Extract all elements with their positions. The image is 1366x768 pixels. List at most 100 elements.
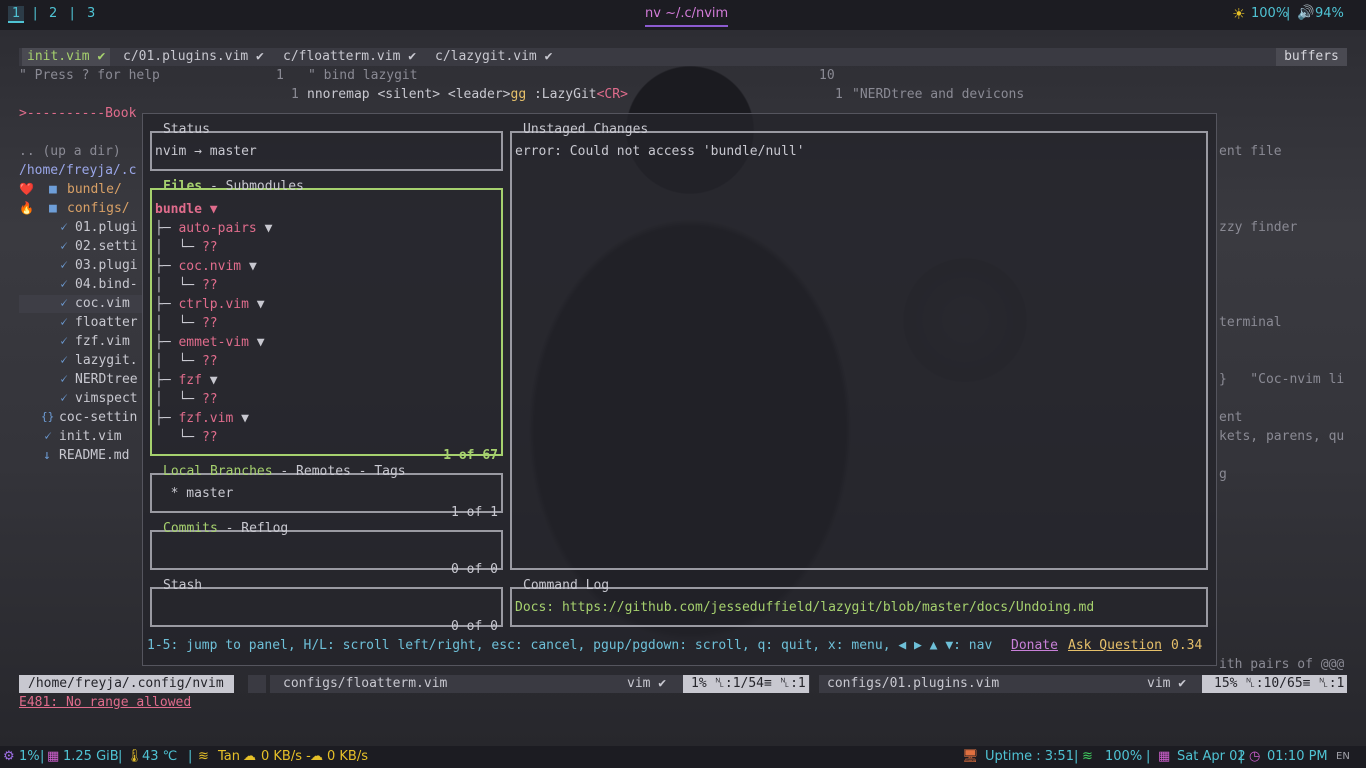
lazygit-window: Status nvim → master Files - Submodules … (142, 113, 1217, 666)
unstaged-changes-panel[interactable]: Unstaged Changes error: Could not access… (510, 122, 1208, 570)
tree-item-configs[interactable]: configs/ (67, 201, 130, 216)
time: 01:10 PM (1267, 749, 1328, 764)
tree-item-file[interactable]: floatter (75, 315, 138, 330)
branches-counter: 1 of 1 (451, 505, 498, 520)
vim-file-icon: 🗸 (59, 239, 69, 254)
file-item[interactable]: ├─ fzf ▼ (155, 371, 218, 390)
file-child[interactable]: │ └─ ?? (155, 390, 218, 409)
file-child[interactable]: │ └─ ?? (155, 276, 218, 295)
file-item[interactable]: ├─ coc.nvim ▼ (155, 257, 257, 276)
ask-question-link[interactable]: Ask Question (1068, 638, 1162, 653)
statusline-left-file: configs/floatterm.vim (283, 676, 448, 691)
file-item[interactable]: ├─ fzf.vim ▼ (155, 409, 249, 428)
vim-file-icon: 🗸 (59, 391, 69, 406)
bottom-bar: ⚙ 1% | ▦ 1.25 GiB | 🌡 43 ℃ | ≋ Tan ☁ 0 K… (0, 746, 1366, 768)
tree-item-file[interactable]: vimspect (75, 391, 138, 406)
status-panel[interactable]: Status nvim → master (150, 122, 503, 171)
command-log-title: Command Log (523, 578, 610, 593)
statusline-right-position: 15% ␤:10/65≡ ␤:1 (1202, 675, 1347, 693)
tree-root-path: /home/freyja/.c (19, 163, 137, 178)
vim-file-icon: 🗸 (59, 334, 69, 349)
tab-plugins-vim[interactable]: c/01.plugins.vim ✔ (118, 48, 269, 66)
workspace-1[interactable]: 1 (8, 6, 25, 23)
code-fragment: ent (1219, 410, 1243, 425)
line-number: 1 (276, 68, 284, 83)
donate-link[interactable]: Donate (1011, 638, 1058, 653)
volume-value[interactable]: 94% (1315, 6, 1344, 21)
memory-icon: ▦ (47, 749, 60, 764)
keybinding-help: 1-5: jump to panel, H/L: scroll left/rig… (147, 638, 993, 653)
bar-separator: | (1146, 749, 1151, 764)
file-item[interactable]: ├─ emmet-vim ▼ (155, 333, 265, 352)
bar-separator: | (1239, 749, 1244, 764)
commits-panel[interactable]: Commits - Reflog 0 of 0 (150, 521, 503, 577)
stash-panel-title: Stash (163, 578, 203, 593)
upload-icon: ☁ (310, 749, 323, 764)
file-child[interactable]: │ └─ ?? (155, 238, 218, 257)
brightness-icon: ☀ (1232, 5, 1246, 23)
vim-file-icon: 🗸 (43, 429, 53, 444)
tree-item-file[interactable]: 04.bind- (75, 277, 138, 292)
file-child[interactable]: │ └─ ?? (155, 314, 218, 333)
download-icon: ☁ (243, 749, 256, 764)
tree-item-file[interactable]: fzf.vim (75, 334, 130, 349)
tree-item-file[interactable]: NERDtree (75, 372, 138, 387)
uptime: Uptime : 3:51| (985, 749, 1079, 764)
files-root[interactable]: bundle ▼ (155, 200, 218, 219)
workspace-2[interactable]: 2 (49, 6, 57, 21)
vim-file-icon: 🗸 (59, 258, 69, 273)
commits-counter: 0 of 0 (451, 562, 498, 577)
keyboard-layout[interactable]: EN (1336, 751, 1350, 762)
folder-icon: ■ (49, 201, 57, 216)
date: Sat Apr 02 (1177, 749, 1246, 764)
vim-file-icon: 🗸 (59, 372, 69, 387)
clock-icon: ◷ (1249, 749, 1261, 764)
tree-item-file[interactable]: 03.plugi (75, 258, 138, 273)
tree-item-file[interactable]: lazygit. (75, 353, 138, 368)
tree-item-file[interactable]: README.md (59, 448, 129, 463)
json-file-icon: {} (41, 410, 55, 423)
statusline-left-filetype: vim ✔ (627, 676, 667, 691)
vim-file-icon: 🗸 (59, 353, 69, 368)
vim-file-icon: 🗸 (59, 296, 69, 311)
top-bar: 1 | 2 | 3 nv ~/.c/nvim ☀ 100% | 🔊 94% (0, 0, 1366, 30)
tab-lazygit-vim[interactable]: c/lazygit.vim ✔ (430, 48, 557, 66)
commits-panel-title: Commits - Reflog (163, 521, 289, 536)
statusline-left-position: 1% ␤:1/54≡ ␤:1 (683, 675, 809, 693)
code-fragment: ent file (1219, 144, 1282, 159)
tab-init-vim[interactable]: init.vim ✔ (22, 48, 111, 66)
tree-item-file[interactable]: 01.plugi (75, 220, 138, 235)
memory-usage: 1.25 GiB (63, 749, 119, 764)
stash-panel[interactable]: Stash 0 of 0 (150, 578, 503, 634)
file-child[interactable]: │ └─ ?? (155, 352, 218, 371)
file-item[interactable]: ├─ auto-pairs ▼ (155, 219, 272, 238)
tree-item-bundle[interactable]: bundle/ (67, 182, 122, 197)
file-child[interactable]: └─ ?? (155, 428, 217, 447)
folder-icon: ■ (49, 182, 57, 197)
tree-item-file[interactable]: coc-settin (59, 410, 137, 425)
code-fragment: g (1219, 467, 1227, 482)
tree-item-file[interactable]: 02.setti (75, 239, 138, 254)
vim-file-icon: 🗸 (59, 277, 69, 292)
heart-icon: ❤️ (19, 182, 34, 196)
code-line: " bind lazygit (308, 68, 418, 83)
wifi-signal-icon: ≋ (1082, 749, 1093, 764)
version-label: 0.34 (1171, 638, 1203, 653)
files-counter: 1 of 67 (443, 448, 498, 463)
files-panel[interactable]: Files - Submodules bundle ▼ ├─ auto-pair… (150, 179, 503, 463)
code-fragment: zzy finder (1219, 220, 1298, 235)
tab-floatterm-vim[interactable]: c/floatterm.vim ✔ (278, 48, 421, 66)
branch-item[interactable]: * master (155, 484, 234, 503)
tree-bookmarks[interactable]: >----------Book (19, 106, 136, 121)
branches-panel[interactable]: Local Branches - Remotes - Tags * master… (150, 464, 503, 520)
wifi-icon: ≋ (198, 749, 209, 764)
tree-item-file[interactable]: coc.vim (75, 296, 130, 311)
tree-item-file[interactable]: init.vim (59, 429, 122, 444)
statusline-right-file: configs/01.plugins.vim (827, 676, 1000, 691)
monitor-icon: 🖥 (962, 749, 979, 764)
command-log-message: Docs: https://github.com/jesseduffield/l… (515, 600, 1095, 615)
tree-updir[interactable]: .. (up a dir) (19, 144, 121, 159)
workspace-3[interactable]: 3 (87, 6, 95, 21)
file-item[interactable]: ├─ ctrlp.vim ▼ (155, 295, 265, 314)
branches-panel-title: Local Branches - Remotes - Tags (163, 464, 406, 479)
